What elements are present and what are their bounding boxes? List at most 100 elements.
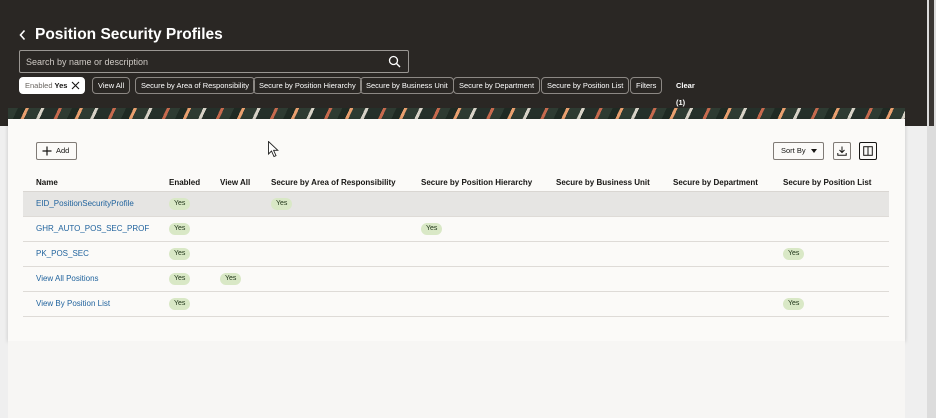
column-header-enabled[interactable]: Enabled xyxy=(156,174,207,191)
decorative-banner xyxy=(8,108,905,119)
table-row[interactable]: GHR_AUTO_POS_SEC_PROF Yes Yes xyxy=(23,216,889,242)
clear-filters-link[interactable]: Clear (1) xyxy=(676,77,695,111)
yes-badge: Yes xyxy=(169,297,191,310)
cell-name: PK_POS_SEC xyxy=(23,241,156,267)
close-icon[interactable] xyxy=(71,81,80,90)
yes-badge: Yes xyxy=(169,247,191,260)
filter-chip-business-unit[interactable]: Secure by Business Unit xyxy=(360,77,454,94)
column-header-department[interactable]: Secure by Department xyxy=(660,174,770,191)
profile-link[interactable]: EID_PositionSecurityProfile xyxy=(36,199,134,208)
filter-chip-area-of-responsibility[interactable]: Secure by Area of Responsibility xyxy=(135,77,255,94)
profiles-table: Name Enabled View All Secure by Area of … xyxy=(23,174,889,317)
table-row[interactable]: EID_PositionSecurityProfile Yes Yes xyxy=(23,191,889,217)
filter-chip-position-list[interactable]: Secure by Position List xyxy=(541,77,630,94)
column-header-area-of-responsibility[interactable]: Secure by Area of Responsibility xyxy=(258,174,408,191)
page-title: Position Security Profiles xyxy=(35,26,223,43)
cell-name: View All Positions xyxy=(23,266,156,292)
cell-position-hierarchy xyxy=(408,291,543,317)
column-header-position-list[interactable]: Secure by Position List xyxy=(770,174,889,191)
chevron-left-icon xyxy=(19,29,26,41)
columns-icon xyxy=(863,146,873,156)
filter-chip-position-hierarchy[interactable]: Secure by Position Hierarchy xyxy=(253,77,362,94)
search-icon[interactable] xyxy=(388,55,401,68)
cell-business-unit xyxy=(543,216,660,242)
cell-area-of-responsibility xyxy=(258,266,408,292)
profile-link[interactable]: View By Position List xyxy=(36,299,110,308)
filter-chip-value: Yes xyxy=(54,81,68,90)
cell-position-hierarchy xyxy=(408,241,543,267)
profile-link[interactable]: PK_POS_SEC xyxy=(36,249,89,258)
cell-business-unit xyxy=(543,291,660,317)
cell-business-unit xyxy=(543,191,660,217)
yes-badge: Yes xyxy=(783,247,805,260)
table-row[interactable]: PK_POS_SEC Yes Yes xyxy=(23,241,889,267)
cell-view-all xyxy=(207,191,258,217)
cell-area-of-responsibility xyxy=(258,241,408,267)
yes-badge: Yes xyxy=(220,272,242,285)
cell-area-of-responsibility: Yes xyxy=(258,191,408,217)
search-box[interactable] xyxy=(19,50,409,73)
cell-department xyxy=(660,241,770,267)
sort-by-dropdown[interactable]: Sort By xyxy=(773,142,824,160)
cell-business-unit xyxy=(543,241,660,267)
column-layout-button[interactable] xyxy=(859,142,877,160)
table-row[interactable]: View All Positions Yes Yes xyxy=(23,266,889,292)
cell-position-list xyxy=(770,266,889,292)
cell-position-hierarchy: Yes xyxy=(408,216,543,242)
filter-chip-label: Enabled xyxy=(25,81,53,90)
yes-badge: Yes xyxy=(169,272,191,285)
cell-department xyxy=(660,191,770,217)
yes-badge: Yes xyxy=(169,197,191,210)
cell-position-list xyxy=(770,216,889,242)
profile-link[interactable]: GHR_AUTO_POS_SEC_PROF xyxy=(36,224,149,233)
cell-position-hierarchy xyxy=(408,191,543,217)
search-input[interactable] xyxy=(20,51,380,72)
mouse-cursor-icon xyxy=(268,141,279,158)
filters-button[interactable]: Filters xyxy=(630,77,663,94)
table-header-row: Name Enabled View All Secure by Area of … xyxy=(23,174,889,191)
sort-by-label: Sort By xyxy=(781,146,806,155)
cell-position-hierarchy xyxy=(408,266,543,292)
table-row[interactable]: View By Position List Yes Yes xyxy=(23,291,889,317)
cell-enabled: Yes xyxy=(156,291,207,317)
cell-name: GHR_AUTO_POS_SEC_PROF xyxy=(23,216,156,242)
column-header-view-all[interactable]: View All xyxy=(207,174,258,191)
cell-enabled: Yes xyxy=(156,241,207,267)
yes-badge: Yes xyxy=(421,222,443,235)
cell-enabled: Yes xyxy=(156,266,207,292)
scrollbar-thumb[interactable] xyxy=(929,0,934,126)
cell-department xyxy=(660,291,770,317)
column-header-name[interactable]: Name xyxy=(23,174,156,191)
cell-name: EID_PositionSecurityProfile xyxy=(23,191,156,217)
filter-chip-view-all[interactable]: View All xyxy=(92,77,131,94)
cell-area-of-responsibility xyxy=(258,216,408,242)
download-icon xyxy=(837,146,847,156)
caret-down-icon xyxy=(811,149,817,153)
page-background xyxy=(8,341,905,418)
cell-view-all xyxy=(207,241,258,267)
cell-position-list: Yes xyxy=(770,241,889,267)
cell-department xyxy=(660,266,770,292)
add-button[interactable]: Add xyxy=(36,142,77,160)
cell-position-list xyxy=(770,191,889,217)
yes-badge: Yes xyxy=(783,297,805,310)
yes-badge: Yes xyxy=(271,197,293,210)
add-button-label: Add xyxy=(56,146,70,155)
cell-view-all xyxy=(207,291,258,317)
cell-name: View By Position List xyxy=(23,291,156,317)
back-button[interactable] xyxy=(16,27,30,43)
download-button[interactable] xyxy=(833,142,851,160)
results-panel: Add Sort By Name Enabled View All Secure… xyxy=(8,119,905,341)
cell-view-all xyxy=(207,216,258,242)
cell-area-of-responsibility xyxy=(258,291,408,317)
column-header-position-hierarchy[interactable]: Secure by Position Hierarchy xyxy=(408,174,543,191)
filter-chip-department[interactable]: Secure by Department xyxy=(453,77,541,94)
profile-link[interactable]: View All Positions xyxy=(36,274,99,283)
cell-business-unit xyxy=(543,266,660,292)
yes-badge: Yes xyxy=(169,222,191,235)
cell-enabled: Yes xyxy=(156,191,207,217)
cell-position-list: Yes xyxy=(770,291,889,317)
filter-chip-enabled[interactable]: Enabled Yes xyxy=(19,77,86,94)
column-header-business-unit[interactable]: Secure by Business Unit xyxy=(543,174,660,191)
cell-enabled: Yes xyxy=(156,216,207,242)
